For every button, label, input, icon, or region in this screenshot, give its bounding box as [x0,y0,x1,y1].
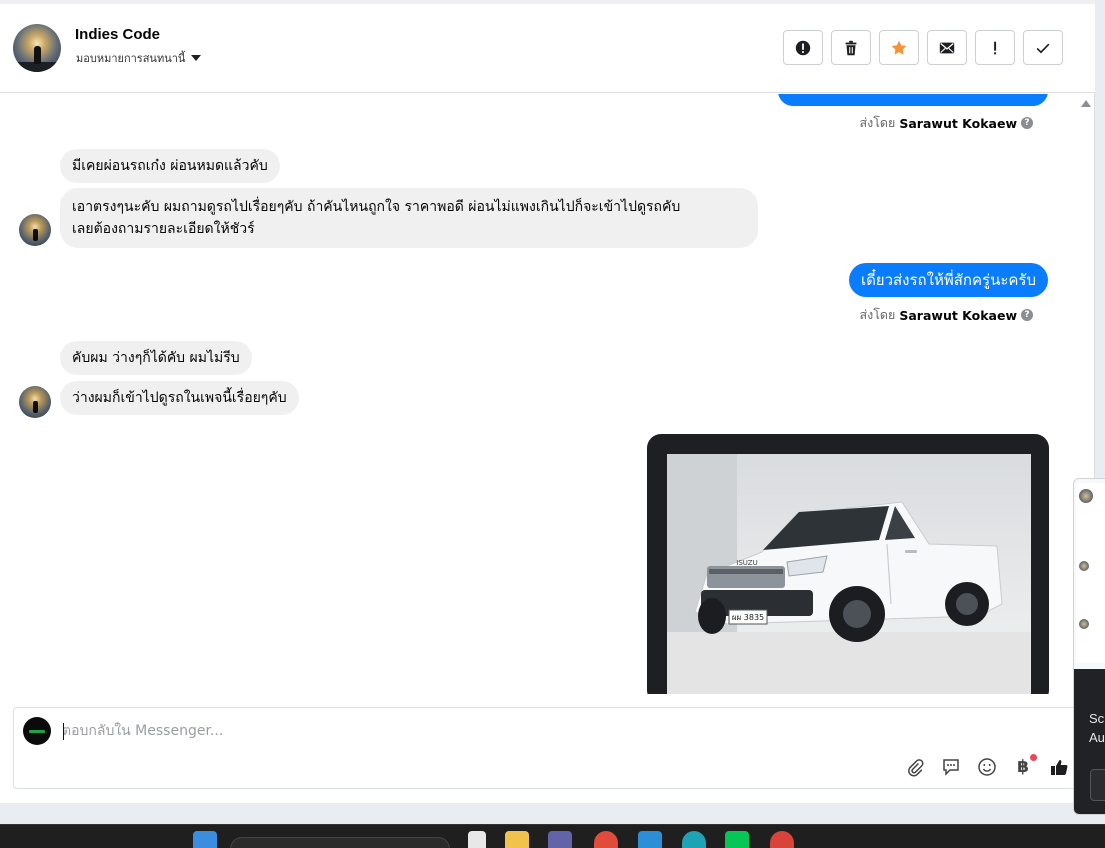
incoming-message-multiline: เอาตรงๆนะคับ ผมถามดูรถไปเรื่อยๆคับ ถ้าคั… [60,188,758,248]
messenger-inbox-window: Indies Code มอบหมายการสนทนานี้ ส่งโดย Sa… [0,0,1095,803]
notes-icon[interactable] [468,831,486,848]
car-photo[interactable]: ผผ 3835 ISUZU [667,454,1031,694]
popup-preview[interactable] [1076,483,1105,663]
page-avatar [23,717,51,745]
assign-conversation-dropdown[interactable]: มอบหมายการสนทนานี้ [76,49,202,67]
envelope-icon [939,42,955,53]
sender-name: Sarawut Kokaew [899,307,1017,323]
incoming-message: ว่างผมก็เข้าไปดูรถในเพจนี้เรื่อยๆคับ [60,381,299,415]
check-icon [1036,43,1050,53]
incoming-message: คับผม ว่างๆก็ได้คับ ผมไม่รีบ [60,341,252,375]
scroll-up-arrow[interactable] [1081,100,1091,107]
conversation-header: Indies Code มอบหมายการสนทนานี้ [0,4,1095,93]
payment-button[interactable]: ฿ [1012,754,1037,778]
reply-input[interactable] [62,720,862,742]
trash-icon [845,40,857,55]
reply-composer: ฿ [13,707,1083,789]
mark-done-button[interactable] [1023,30,1063,65]
star-button[interactable] [879,30,919,65]
message-thread[interactable]: ส่งโดย Sarawut Kokaew ? มีเคยผ่อนรถเก๋ง … [0,94,1078,694]
contact-avatar[interactable] [13,24,61,72]
popup-avatar [1079,619,1089,629]
sent-by-label: ส่งโดย Sarawut Kokaew ? [859,113,1033,133]
os-taskbar [0,824,1105,848]
assign-label: มอบหมายการสนทนานี้ [76,52,186,65]
popup-action-button[interactable] [1090,769,1105,801]
image-attachment[interactable]: ผผ 3835 ISUZU [647,434,1049,694]
baht-icon: ฿ [1017,757,1029,777]
chat-bubble-icon [943,759,959,776]
chrome-icon[interactable] [594,831,618,848]
sent-by-label: ส่งโดย Sarawut Kokaew ? [859,305,1033,325]
app-icon[interactable] [770,831,794,848]
taskbar-search[interactable] [230,837,450,848]
thumbs-up-icon [1051,760,1068,775]
star-icon [891,40,907,55]
help-icon[interactable]: ? [1021,117,1033,129]
popup-text-line-1: Sc [1089,711,1105,726]
alert-circle-icon [795,40,811,55]
smiley-icon [978,758,996,776]
popup-text-line-2: Au [1089,730,1105,745]
outgoing-message: เดี๋ยวส่งรถให้พี่สักครู่นะครับ [848,263,1048,297]
help-icon[interactable]: ? [1021,309,1033,321]
teams-icon[interactable] [548,831,572,848]
mark-important-button[interactable] [975,30,1015,65]
exclamation-icon [994,41,997,54]
contact-name[interactable]: Indies Code [75,26,160,43]
mark-spam-button[interactable] [783,30,823,65]
outgoing-message-clipped [778,94,1048,106]
header-actions [783,30,1063,65]
emoji-button[interactable] [976,756,998,778]
pickup-truck-image: ผผ 3835 ISUZU [667,454,1031,694]
attach-file-button[interactable] [904,756,926,778]
car-brand-text: ISUZU [736,559,757,567]
license-plate-text: ผผ 3835 [732,613,764,622]
paperclip-icon [908,759,924,777]
composer-tools: ฿ [904,754,1070,778]
sender-name: Sarawut Kokaew [899,115,1017,131]
contact-avatar-small [19,386,51,418]
side-popup: Sc Au [1073,478,1105,815]
popup-avatar [1079,561,1089,571]
contact-avatar-small [19,214,51,246]
incoming-message: มีเคยผ่อนรถเก๋ง ผ่อนหมดแล้วคับ [60,149,280,183]
line-icon[interactable] [725,831,749,848]
popup-avatar [1079,489,1093,503]
start-icon[interactable] [193,831,217,848]
like-button[interactable] [1048,756,1070,778]
mark-unread-button[interactable] [927,30,967,65]
saved-replies-button[interactable] [940,756,962,778]
notification-dot [1030,754,1037,761]
caret-down-icon [191,55,202,61]
edge-icon[interactable] [682,831,706,848]
text-cursor [63,723,64,740]
delete-button[interactable] [831,30,871,65]
folder-icon[interactable] [505,831,529,848]
store-icon[interactable] [638,831,662,848]
